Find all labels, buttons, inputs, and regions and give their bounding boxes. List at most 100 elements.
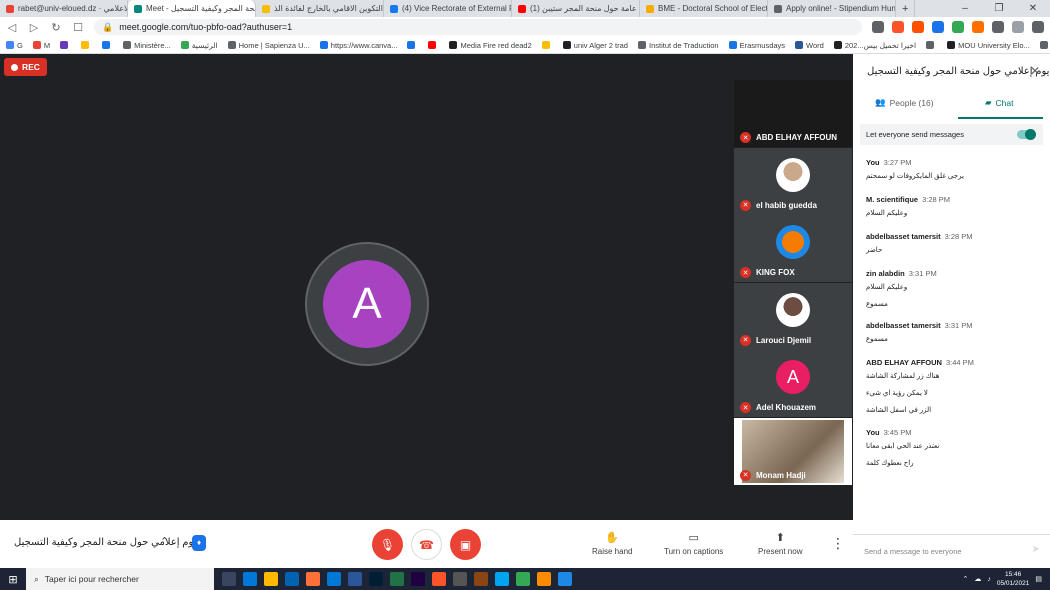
- menu-icon[interactable]: [1032, 21, 1044, 33]
- bookmark-item[interactable]: [81, 41, 92, 49]
- clock[interactable]: 15:46 05/01/2021: [997, 570, 1030, 588]
- photoshop-icon[interactable]: [369, 572, 383, 586]
- participant-tile[interactable]: ✕ KING FOX: [734, 215, 852, 282]
- back-icon[interactable]: ◁: [6, 21, 18, 34]
- browser-tab[interactable]: Meet - ندوة منحة المجر وكيفية التسجيل: [128, 0, 256, 17]
- extension-icon[interactable]: [972, 21, 984, 33]
- maximize-button[interactable]: ❐: [982, 0, 1016, 17]
- windows-start-icon[interactable]: ⊞: [0, 573, 26, 586]
- tab-chat[interactable]: ▰ Chat: [985, 97, 1014, 108]
- chevron-up-icon[interactable]: ⌃: [160, 535, 169, 548]
- active-tab-indicator: [958, 117, 1043, 119]
- archive-icon[interactable]: [474, 572, 488, 586]
- send-icon[interactable]: ➤: [1032, 544, 1040, 555]
- leave-call-button[interactable]: ☎: [411, 529, 442, 560]
- participant-tile[interactable]: ✕ el habib guedda: [734, 147, 852, 215]
- more-options-icon[interactable]: ⋮: [831, 535, 845, 552]
- participant-tile[interactable]: ✕ Monam Hadji: [734, 417, 852, 485]
- app-icon[interactable]: [516, 572, 530, 586]
- message-header: abdelbasset tamersit 3:28 PM: [866, 232, 1041, 241]
- bookmark-item[interactable]: [60, 41, 71, 49]
- browser-tab[interactable]: rabet@univ-eloued.dz · رابط اليوم الاعلا…: [0, 0, 128, 17]
- new-tab-button[interactable]: +: [896, 0, 916, 17]
- tray-chevron-icon[interactable]: ⌃: [962, 575, 968, 583]
- browser-tab[interactable]: Apply online! - Stipendium Hungaricu...: [768, 0, 896, 17]
- bookmark-item[interactable]: Institut de Traduction: [637, 41, 719, 50]
- bookmark-item[interactable]: الرئيسية: [180, 41, 218, 50]
- app-icon[interactable]: [537, 572, 551, 586]
- meeting-safety-icon[interactable]: ♦: [192, 535, 206, 551]
- close-window-button[interactable]: ✕: [1016, 0, 1050, 17]
- bookmark-item[interactable]: Erasmusdays: [728, 41, 785, 50]
- bookmark-item[interactable]: Word: [795, 41, 824, 50]
- reload-icon[interactable]: ↻: [50, 21, 62, 34]
- settings-icon[interactable]: [453, 572, 467, 586]
- notifications-icon[interactable]: ▤: [1035, 575, 1042, 583]
- browser-tab[interactable]: برنامج التكوين الاقامي بالخارج لفائدة ال…: [256, 0, 384, 17]
- task-view-icon[interactable]: [222, 572, 236, 586]
- app-icon[interactable]: [558, 572, 572, 586]
- microphone-off-button[interactable]: 🎙: [372, 529, 403, 560]
- participant-tile[interactable]: ✕ Larouci Djemil: [734, 282, 852, 350]
- mail-icon[interactable]: [327, 572, 341, 586]
- bookmark-item[interactable]: Home | Sapienza U...: [227, 41, 310, 50]
- main-avatar: A: [323, 260, 411, 348]
- close-icon[interactable]: ✕: [1030, 64, 1040, 78]
- after-effects-icon[interactable]: [411, 572, 425, 586]
- camera-off-button[interactable]: ▣: [450, 529, 481, 560]
- send-messages-toggle[interactable]: [1017, 129, 1036, 140]
- browser-tab[interactable]: (1) معلومات عامة حول منحة المجر ستيبن...: [512, 0, 640, 17]
- edge-icon[interactable]: [243, 572, 257, 586]
- message-text: وعليكم السلام: [866, 210, 908, 217]
- message-sender: abdelbasset tamersit: [866, 232, 941, 241]
- bookmark-item[interactable]: Ministère...: [123, 41, 171, 50]
- message-header: abdelbasset tamersit 3:31 PM: [866, 321, 1041, 330]
- bookmark-item[interactable]: univ Alger 2 trad: [562, 41, 628, 50]
- message-input[interactable]: Send a message to everyone: [864, 547, 962, 556]
- bookmark-item[interactable]: MOU University Elo...: [947, 41, 1030, 50]
- bookmark-item[interactable]: [926, 41, 937, 49]
- store-icon[interactable]: [285, 572, 299, 586]
- bookmark-item[interactable]: [428, 41, 439, 49]
- captions-button[interactable]: ▭ Turn on captions: [664, 531, 723, 556]
- bookmark-icon[interactable]: ☐: [72, 21, 84, 34]
- bookmark-item[interactable]: [407, 41, 418, 49]
- translate-icon[interactable]: [932, 21, 944, 33]
- taskbar-search[interactable]: ⌕ Taper ici pour rechercher: [26, 568, 214, 590]
- firefox-icon[interactable]: [306, 572, 320, 586]
- brave-icon[interactable]: [432, 572, 446, 586]
- forward-icon[interactable]: ▷: [28, 21, 40, 34]
- bookmark-item[interactable]: Viki...: [1039, 41, 1050, 50]
- bookmark-icon: [123, 41, 132, 49]
- profile-icon[interactable]: [1012, 21, 1024, 33]
- brave-rewards-icon[interactable]: [912, 21, 924, 33]
- volume-icon[interactable]: ♪: [987, 576, 991, 583]
- file-explorer-icon[interactable]: [264, 572, 278, 586]
- extension-icon[interactable]: [952, 21, 964, 33]
- minimize-button[interactable]: –: [948, 0, 982, 17]
- brave-shield-icon[interactable]: [892, 21, 904, 33]
- participant-tile[interactable]: A ✕ Adel Khouazem: [734, 350, 852, 417]
- bookmark-item[interactable]: 202...اخيرا تحميل بيس: [833, 41, 916, 50]
- app-icon[interactable]: [495, 572, 509, 586]
- participant-name: KING FOX: [756, 268, 795, 277]
- camera-icon[interactable]: [872, 21, 884, 33]
- participant-name: el habib guedda: [756, 200, 817, 210]
- tab-people[interactable]: 👥 People (16): [875, 97, 934, 108]
- url-field[interactable]: 🔒 meet.google.com/tuo-pbfo-oad?authuser=…: [94, 19, 862, 35]
- network-icon[interactable]: ☁: [974, 575, 981, 583]
- browser-tab[interactable]: (4) Vice Rectorate of External Relations: [384, 0, 512, 17]
- bookmark-item[interactable]: G: [6, 41, 23, 50]
- bookmark-item[interactable]: M: [32, 41, 50, 50]
- bookmark-item[interactable]: [541, 41, 553, 49]
- bookmark-item[interactable]: https://www.canva...: [319, 41, 397, 50]
- present-now-button[interactable]: ⬆ Present now: [758, 531, 802, 556]
- puzzle-icon[interactable]: [992, 21, 1004, 33]
- bookmark-item[interactable]: Media Fire red dead2: [449, 41, 532, 50]
- browser-tab[interactable]: BME - Doctoral School of Electrical En..…: [640, 0, 768, 17]
- participant-tile[interactable]: ✕ ABD ELHAY AFFOUN: [734, 80, 852, 147]
- word-icon[interactable]: [348, 572, 362, 586]
- bookmark-item[interactable]: [102, 41, 113, 49]
- raise-hand-button[interactable]: ✋ Raise hand: [592, 531, 632, 556]
- excel-icon[interactable]: [390, 572, 404, 586]
